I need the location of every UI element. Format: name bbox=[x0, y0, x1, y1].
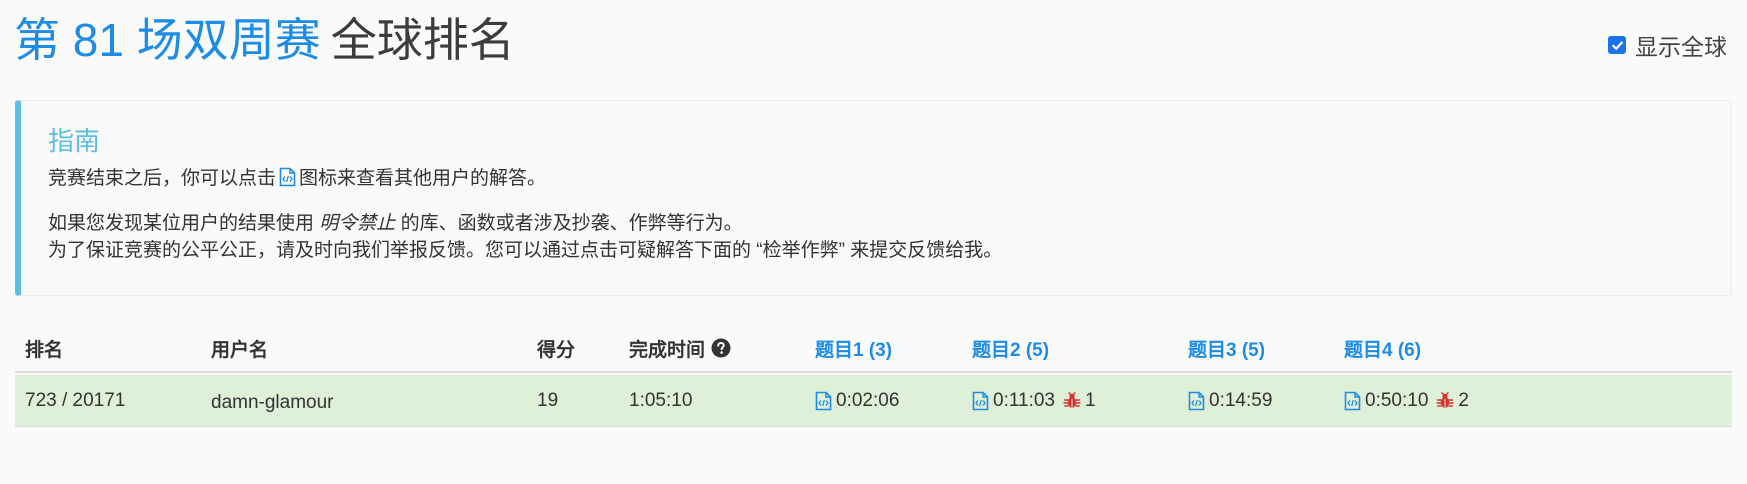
header-score: 得分 bbox=[537, 339, 576, 361]
guide-title: 指南 bbox=[48, 126, 101, 156]
table-row: 723 / 20171 damn-glamour 19 1:05:10 0:02… bbox=[15, 375, 1732, 427]
header-username: 用户名 bbox=[211, 339, 269, 361]
header-question-4[interactable]: 题目4 (6) bbox=[1344, 335, 1421, 362]
q2-time: 0:11:03 bbox=[993, 390, 1055, 411]
guide-line-1-after: 图标来查看其他用户的解答。 bbox=[299, 168, 547, 189]
header-finish-time-label: 完成时间 bbox=[629, 339, 706, 361]
row-question-2: 0:11:03 1 bbox=[972, 375, 1096, 427]
guide-line-1-before: 竞赛结束之后，你可以点击 bbox=[48, 168, 277, 189]
page-subtitle: 全球排名 bbox=[330, 14, 515, 66]
row-score: 19 bbox=[537, 390, 559, 411]
guide-line-2-emphasis: 明令禁止 bbox=[319, 213, 396, 234]
contest-name-link[interactable]: 第 81 场双周赛 bbox=[14, 14, 321, 66]
q4-time: 0:50:10 bbox=[1365, 390, 1429, 411]
bug-icon bbox=[1436, 392, 1455, 408]
guide-line-3: 为了保证竞赛的公平公正，请及时向我们举报反馈。您可以通过点击可疑解答下面的 “检… bbox=[48, 240, 1003, 261]
code-file-icon[interactable] bbox=[1344, 391, 1361, 411]
row-username[interactable]: damn-glamour bbox=[211, 375, 334, 427]
ranking-page: 第 81 场双周赛 全球排名 显示全球 指南 竞赛结束之后，你可以点击 图标来查看其… bbox=[0, 0, 1747, 484]
guide-line-2-before: 如果您发现某位用户的结果使用 bbox=[48, 213, 315, 234]
q3-time: 0:14:59 bbox=[1209, 390, 1273, 411]
bug-icon bbox=[1063, 392, 1081, 408]
header-question-2[interactable]: 题目2 (5) bbox=[972, 335, 1049, 362]
header-rank: 排名 bbox=[25, 339, 64, 361]
guide-line-2-after: 的库、函数或者涉及抄袭、作弊等行为。 bbox=[400, 213, 743, 234]
show-global-toggle[interactable]: 显示全球 bbox=[1608, 28, 1727, 62]
show-global-label: 显示全球 bbox=[1635, 34, 1727, 60]
page-title: 第 81 场双周赛 全球排名 bbox=[14, 10, 515, 70]
row-question-1: 0:02:06 bbox=[815, 375, 899, 427]
row-question-3: 0:14:59 bbox=[1188, 375, 1272, 427]
check-icon bbox=[1611, 40, 1623, 50]
header-question-3[interactable]: 题目3 (5) bbox=[1188, 335, 1265, 362]
row-rank: 723 / 20171 bbox=[25, 390, 126, 411]
header-question-1[interactable]: 题目1 (3) bbox=[815, 335, 892, 362]
show-global-checkbox[interactable] bbox=[1608, 36, 1626, 54]
guide-line-2: 如果您发现某位用户的结果使用 明令禁止 的库、函数或者涉及抄袭、作弊等行为。 为… bbox=[48, 210, 1731, 264]
guide-callout: 指南 竞赛结束之后，你可以点击 图标来查看其他用户的解答。 如果您发现某位用户的结… bbox=[15, 100, 1732, 296]
row-question-4: 0:50:10 2 bbox=[1344, 375, 1469, 427]
ranking-table: 排名 用户名 得分 完成时间 题目1 (3) 题目2 (5) 题目3 (5) 题… bbox=[15, 325, 1732, 427]
q2-wrong-count: 1 bbox=[1084, 390, 1096, 411]
code-file-icon[interactable] bbox=[815, 391, 832, 411]
table-header: 排名 用户名 得分 完成时间 题目1 (3) 题目2 (5) 题目3 (5) 题… bbox=[15, 325, 1732, 373]
code-file-icon bbox=[279, 167, 296, 195]
header-finish-time: 完成时间 bbox=[629, 335, 731, 362]
q1-time: 0:02:06 bbox=[836, 390, 900, 411]
code-file-icon[interactable] bbox=[1188, 391, 1205, 411]
code-file-icon[interactable] bbox=[972, 391, 989, 411]
row-finish-time: 1:05:10 bbox=[629, 390, 693, 411]
question-circle-icon[interactable] bbox=[711, 338, 731, 358]
q4-wrong-count: 2 bbox=[1458, 390, 1469, 411]
guide-line-1: 竞赛结束之后，你可以点击 图标来查看其他用户的解答。 bbox=[48, 165, 1731, 195]
